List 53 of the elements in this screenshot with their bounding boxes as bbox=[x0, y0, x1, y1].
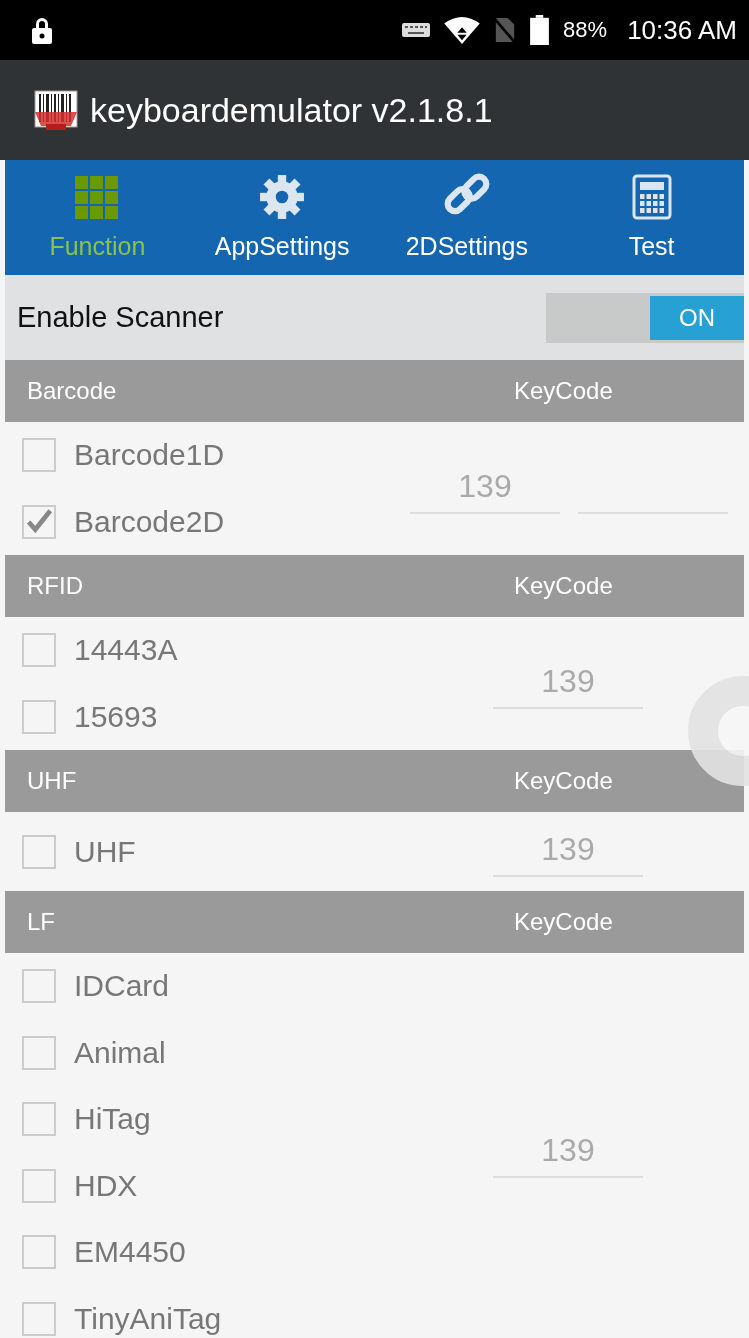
checkbox-item[interactable]: Animal bbox=[0, 1019, 400, 1086]
no-sim-icon bbox=[494, 16, 517, 44]
checkbox-item[interactable]: TinyAniTag bbox=[0, 1285, 400, 1338]
battery-icon bbox=[530, 15, 550, 45]
checkbox-item[interactable]: Barcode1D bbox=[0, 422, 400, 489]
toggle-thumb: ON bbox=[650, 295, 744, 340]
checkbox-item[interactable]: HDX bbox=[0, 1152, 400, 1219]
section-title: UHF bbox=[26, 767, 78, 795]
checkbox-item[interactable]: EM4450 bbox=[0, 1219, 400, 1286]
section-title: Barcode bbox=[26, 377, 118, 405]
keycode-field[interactable]: 139 bbox=[410, 463, 560, 514]
section-title: RFID bbox=[26, 572, 84, 600]
clock: 10:36 AM bbox=[627, 14, 737, 46]
grid-icon bbox=[75, 176, 120, 220]
column-label: KeyCode bbox=[514, 908, 613, 936]
checkbox[interactable] bbox=[22, 1035, 56, 1070]
keycode-field[interactable]: 139 bbox=[493, 1127, 643, 1178]
checkbox[interactable] bbox=[22, 1168, 56, 1203]
setting-label: Enable Scanner bbox=[16, 301, 224, 334]
lock-icon bbox=[30, 16, 54, 44]
battery-percent: 88% bbox=[563, 17, 608, 43]
barcode-scanner-icon bbox=[34, 90, 78, 130]
tab[interactable]: Test bbox=[559, 160, 744, 275]
checkbox[interactable] bbox=[22, 1301, 56, 1336]
calculator-icon bbox=[631, 174, 672, 220]
keycode-field[interactable]: 139 bbox=[493, 658, 643, 709]
column-label: KeyCode bbox=[514, 377, 613, 405]
checkbox[interactable] bbox=[22, 438, 56, 473]
checkbox[interactable] bbox=[22, 1102, 56, 1137]
checkbox[interactable] bbox=[22, 969, 56, 1004]
tab[interactable]: AppSettings bbox=[189, 160, 375, 275]
checkbox-item[interactable]: IDCard bbox=[0, 953, 400, 1020]
checkbox[interactable] bbox=[22, 633, 56, 668]
tab[interactable]: 2DSettings bbox=[374, 160, 560, 275]
checkbox[interactable] bbox=[22, 504, 56, 539]
keycode-field[interactable]: 139 bbox=[493, 826, 643, 877]
column-label: KeyCode bbox=[514, 572, 613, 600]
wifi-icon bbox=[444, 16, 481, 44]
checkbox[interactable] bbox=[22, 1235, 56, 1270]
checkbox-item[interactable]: HiTag bbox=[0, 1086, 400, 1153]
checkbox-item[interactable]: 14443A bbox=[0, 617, 400, 684]
app-title: keyboardemulator v2.1.8.1 bbox=[90, 90, 493, 130]
keyboard-icon bbox=[402, 23, 431, 37]
column-label: KeyCode bbox=[514, 767, 613, 795]
checkbox[interactable] bbox=[22, 834, 56, 869]
checkbox[interactable] bbox=[22, 699, 56, 734]
tab[interactable]: Function bbox=[5, 160, 190, 275]
toggle-switch[interactable]: ON bbox=[546, 292, 744, 343]
gear-icon bbox=[259, 174, 306, 220]
checkbox-item[interactable]: Barcode2D bbox=[0, 488, 400, 555]
checkbox-item[interactable]: 15693 bbox=[0, 683, 400, 750]
section-title: LF bbox=[26, 908, 56, 936]
checkbox-item[interactable]: UHF bbox=[0, 818, 400, 885]
